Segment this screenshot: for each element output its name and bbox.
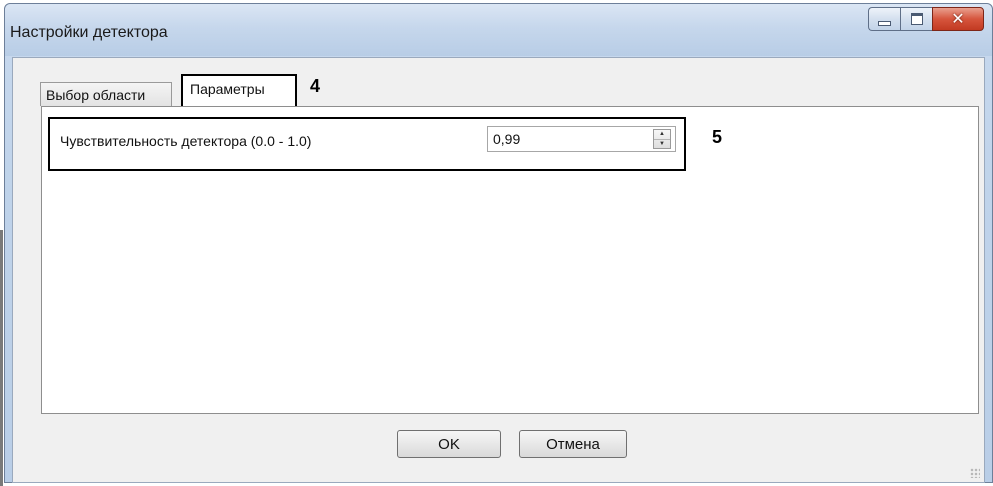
sensitivity-label: Чувствительность детектора (0.0 - 1.0) <box>60 133 312 149</box>
tab-area-selection[interactable]: Выбор области <box>40 82 172 106</box>
background-edge <box>0 230 3 486</box>
dialog-body: Выбор области Параметры 4 Чувствительнос… <box>12 57 985 483</box>
detector-settings-window: Настройки детектора ✕ Выбор области Пара… <box>4 3 993 483</box>
window-controls: ✕ <box>868 7 984 33</box>
resize-grip-icon[interactable] <box>970 468 980 478</box>
minimize-button[interactable] <box>868 7 900 31</box>
sensitivity-stepper[interactable]: ▲ ▼ <box>653 129 671 149</box>
close-icon: ✕ <box>951 9 965 28</box>
stepper-up-icon[interactable]: ▲ <box>654 130 670 139</box>
tab-parameters[interactable]: Параметры <box>181 74 297 108</box>
title-bar[interactable]: Настройки детектора ✕ <box>5 4 992 56</box>
ok-button[interactable]: OK <box>397 430 501 458</box>
stepper-down-icon[interactable]: ▼ <box>654 138 670 149</box>
cancel-button[interactable]: Отмена <box>519 430 627 458</box>
close-button[interactable]: ✕ <box>932 7 984 31</box>
screen: Настройки детектора ✕ Выбор области Пара… <box>0 0 993 486</box>
window-title: Настройки детектора <box>10 24 168 41</box>
callout-number-5: 5 <box>712 127 723 147</box>
maximize-button[interactable] <box>900 7 932 31</box>
minimize-icon <box>878 20 891 26</box>
sensitivity-input[interactable] <box>487 126 676 152</box>
callout-number-4: 4 <box>310 76 321 96</box>
maximize-icon <box>910 13 923 25</box>
